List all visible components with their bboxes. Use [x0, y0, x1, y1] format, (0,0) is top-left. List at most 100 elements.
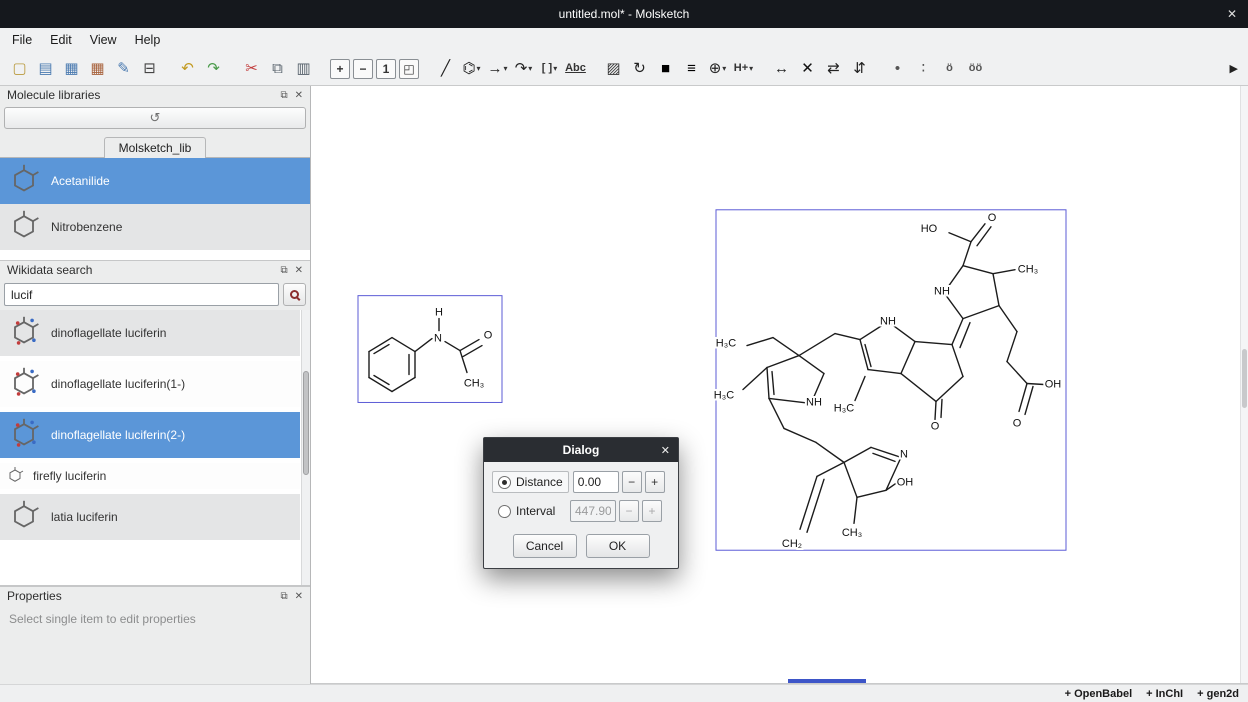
window-close-icon[interactable]: ✕	[1227, 7, 1237, 21]
list-item[interactable]: Nitrobenzene	[0, 204, 310, 250]
ring-tool-icon[interactable]: ⌬▾	[460, 57, 483, 81]
hydrogen-tool-icon[interactable]: H+▾	[732, 57, 755, 81]
panel-close-icon[interactable]: ✕	[295, 591, 303, 602]
menu-file[interactable]: File	[4, 30, 40, 50]
list-item[interactable]: latia luciferin	[0, 494, 300, 540]
distance-spinbox[interactable]	[573, 471, 619, 493]
window-title: untitled.mol* - Molsketch	[559, 7, 690, 21]
open-file-icon[interactable]: ▤	[34, 57, 57, 81]
list-item[interactable]: firefly luciferin	[0, 463, 300, 489]
list-item[interactable]: dinoflagellate luciferin(1-)	[0, 361, 300, 407]
interval-decrement-button[interactable]: −	[619, 500, 639, 522]
cancel-button[interactable]: Cancel	[513, 534, 577, 558]
molecules-layer[interactable]: HNOCH₃HOOCH₃NHNHH₃CH₃CNHH₃COOHONOHCH₃CH₂	[311, 86, 1248, 683]
lone-pair-tool-icon[interactable]: ö	[938, 57, 961, 81]
list-item[interactable]: dinoflagellate luciferin(2-)	[0, 412, 300, 458]
hydrogen-tool-dropdown-icon[interactable]: ▾	[749, 64, 753, 73]
wikidata-search-input[interactable]	[4, 283, 279, 306]
line-width-icon[interactable]: ≡	[680, 57, 703, 81]
panel-float-icon[interactable]: ⧉	[280, 591, 287, 602]
drawing-canvas[interactable]: HNOCH₃HOOCH₃NHNHH₃CH₃CNHH₃COOHONOHCH₃CH₂…	[311, 86, 1248, 684]
distance-increment-button[interactable]: +	[645, 471, 665, 493]
zoom-fit-icon[interactable]: ◰	[399, 59, 419, 79]
molecule-acetanilide[interactable]: HNOCH₃	[358, 296, 502, 403]
canvas-vertical-scrollbar[interactable]	[1240, 86, 1248, 683]
undo-icon[interactable]: ↶	[176, 57, 199, 81]
flip-horizontal-icon[interactable]: ⇄	[822, 57, 845, 81]
search-row	[0, 279, 310, 310]
cut-icon[interactable]: ✂	[240, 57, 263, 81]
refresh-icon: ↺	[150, 110, 161, 126]
panel-close-icon[interactable]: ✕	[295, 90, 303, 101]
delete-tool-icon[interactable]: ✕	[796, 57, 819, 81]
interval-increment-button[interactable]: +	[642, 500, 662, 522]
save-as-icon[interactable]: ▦	[86, 57, 109, 81]
mechanism-arrow-icon[interactable]: ↷▾	[512, 57, 535, 81]
align-tool-icon[interactable]: ↔	[770, 57, 793, 81]
panel-close-icon[interactable]: ✕	[295, 265, 303, 276]
molecule-thumbnail-icon	[4, 465, 26, 487]
svg-text:NH: NH	[880, 316, 896, 328]
charge-tool-dropdown-icon[interactable]: ▾	[722, 64, 726, 73]
text-tool-icon[interactable]: Abc	[564, 57, 587, 81]
scrollbar-thumb[interactable]	[1242, 349, 1247, 409]
canvas-horizontal-scrollbar[interactable]	[788, 679, 866, 683]
draw-bond-icon[interactable]: ╱	[434, 57, 457, 81]
wikidata-list-scrollbar[interactable]	[301, 310, 310, 585]
edit-source-icon[interactable]: ✎	[112, 57, 135, 81]
list-item-label: Nitrobenzene	[51, 220, 122, 234]
interval-spinbox[interactable]	[570, 500, 616, 522]
ring-tool-dropdown-icon[interactable]: ▾	[477, 64, 481, 73]
panel-float-icon[interactable]: ⧉	[280, 90, 287, 101]
list-item[interactable]: Acetanilide	[0, 158, 310, 204]
bracket-tool-dropdown-icon[interactable]: ▾	[553, 64, 557, 73]
molecule-thumbnail-icon	[4, 415, 44, 455]
lone-pairs-tool-icon[interactable]: öö	[964, 57, 987, 81]
hatch-bond-icon[interactable]: ▨	[602, 57, 625, 81]
svg-text:HO: HO	[921, 223, 938, 235]
print-icon[interactable]: ⊟	[138, 57, 161, 81]
charge-tool-icon[interactable]: ⊕▾	[706, 57, 729, 81]
zoom-out-icon[interactable]: −	[353, 59, 373, 79]
list-item[interactable]: dinoflagellate luciferin	[0, 310, 300, 356]
svg-text:O: O	[484, 330, 493, 342]
molecule-dinoflagellate-luciferin[interactable]: HOOCH₃NHNHH₃CH₃CNHH₃COOHONOHCH₃CH₂	[714, 210, 1066, 550]
svg-text:O: O	[1013, 417, 1022, 429]
bracket-tool-icon[interactable]: [ ]▾	[538, 57, 561, 81]
reaction-arrow-icon[interactable]: →▾	[486, 57, 509, 81]
redo-icon[interactable]: ↷	[202, 57, 225, 81]
radical-tool-icon[interactable]: •	[886, 57, 909, 81]
distance-radio[interactable]	[498, 476, 511, 489]
wikidata-result-list: dinoflagellate luciferin dinoflagellate …	[0, 310, 310, 586]
scrollbar-thumb[interactable]	[303, 371, 309, 476]
distance-decrement-button[interactable]: −	[622, 471, 642, 493]
panel-float-icon[interactable]: ⧉	[280, 265, 287, 276]
electron-pair-tool-icon[interactable]: ∶	[912, 57, 935, 81]
refresh-library-button[interactable]: ↺	[4, 107, 306, 129]
menu-help[interactable]: Help	[127, 30, 169, 50]
dialog-close-icon[interactable]: ✕	[661, 444, 670, 457]
mechanism-arrow-dropdown-icon[interactable]: ▾	[528, 64, 532, 73]
save-icon[interactable]: ▦	[60, 57, 83, 81]
search-icon	[290, 290, 299, 299]
rotate-tool-icon[interactable]: ↻	[628, 57, 651, 81]
menu-view[interactable]: View	[82, 30, 125, 50]
dialog-body: Distance − + Interval − +	[484, 462, 678, 531]
radio-group[interactable]: Interval	[492, 500, 566, 522]
color-picker-icon[interactable]: ■	[654, 57, 677, 81]
dialog-titlebar[interactable]: Dialog ✕	[484, 438, 678, 462]
new-file-icon[interactable]: ▢	[8, 57, 31, 81]
paste-icon[interactable]: ▥	[292, 57, 315, 81]
wikidata-search-button[interactable]	[283, 283, 306, 306]
zoom-original-icon[interactable]: 1	[376, 59, 396, 79]
zoom-in-icon[interactable]: +	[330, 59, 350, 79]
toolbar-overflow-icon[interactable]: ▶	[1228, 62, 1240, 75]
ok-button[interactable]: OK	[586, 534, 650, 558]
copy-icon[interactable]: ⧉	[266, 57, 289, 81]
flip-vertical-icon[interactable]: ⇵	[848, 57, 871, 81]
tab-molsketch-lib[interactable]: Molsketch_lib	[104, 137, 207, 158]
menu-edit[interactable]: Edit	[42, 30, 80, 50]
reaction-arrow-dropdown-icon[interactable]: ▾	[503, 64, 507, 73]
interval-radio[interactable]	[498, 505, 511, 518]
radio-group[interactable]: Distance	[492, 471, 569, 493]
